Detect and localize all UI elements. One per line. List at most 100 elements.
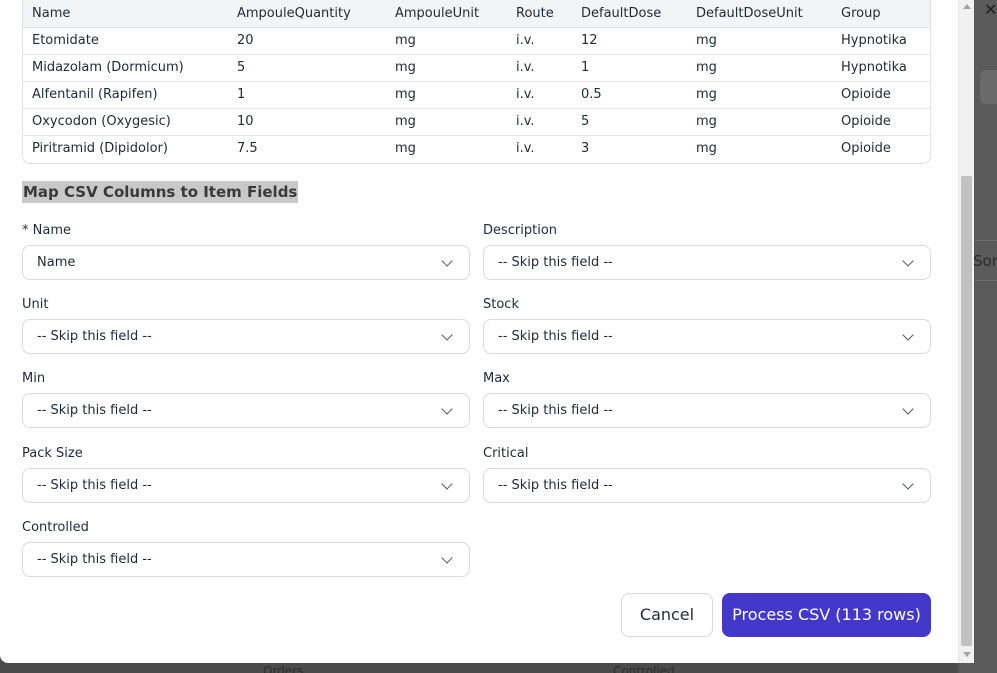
field-label: Description [483, 223, 558, 238]
table-cell: mg [386, 108, 507, 136]
table-cell: i.v. [507, 108, 572, 136]
field-name: * Name Name [22, 223, 470, 280]
column-header: Group [832, 0, 930, 28]
table-cell: 12 [572, 27, 687, 55]
field-label: Critical [483, 446, 529, 461]
table-cell: i.v. [507, 54, 572, 82]
modal-scrollbar[interactable] [958, 0, 974, 663]
select-value: -- Skip this field -- [498, 403, 613, 418]
table-row: Midazolam (Dormicum) 5 mg i.v. 1 mg Hypn… [23, 54, 930, 82]
field-label: Controlled [22, 520, 89, 535]
table-cell: mg [386, 81, 507, 109]
column-header: Name [23, 0, 228, 28]
chevron-down-icon [441, 403, 453, 415]
csv-import-modal: Name AmpouleQuantity AmpouleUnit Route D… [0, 0, 958, 663]
background-controlled-text: Controlled [613, 664, 675, 673]
table-cell: Etomidate [23, 27, 228, 55]
unit-select[interactable]: -- Skip this field -- [22, 319, 470, 354]
background-close-icon: ✕ [984, 0, 997, 19]
field-label: Unit [22, 297, 49, 312]
chevron-down-icon [902, 403, 914, 415]
table-cell: Hypnotika [832, 54, 930, 82]
table-header-row: Name AmpouleQuantity AmpouleUnit Route D… [23, 0, 930, 28]
select-value: -- Skip this field -- [37, 552, 152, 567]
pack-size-select[interactable]: -- Skip this field -- [22, 468, 470, 503]
controlled-select[interactable]: -- Skip this field -- [22, 542, 470, 577]
process-csv-button[interactable]: Process CSV (113 rows) [722, 593, 931, 637]
scroll-down-icon[interactable] [963, 652, 971, 657]
table-cell: i.v. [516, 141, 535, 157]
field-pack-size: Pack Size -- Skip this field -- [22, 446, 470, 503]
name-select[interactable]: Name [22, 245, 470, 280]
field-stock: Stock -- Skip this field -- [483, 297, 931, 354]
table-cell: mg [696, 141, 717, 157]
chevron-down-icon [902, 478, 914, 490]
field-unit: Unit -- Skip this field -- [22, 297, 470, 354]
table-cell: Oxycodon (Oxygesic) [23, 108, 228, 136]
field-label: Max [483, 371, 510, 386]
chevron-down-icon [902, 329, 914, 341]
field-controlled: Controlled -- Skip this field -- [22, 520, 470, 577]
column-header: Route [507, 0, 572, 28]
background-cut-text: Sor [973, 252, 997, 270]
critical-select[interactable]: -- Skip this field -- [483, 468, 931, 503]
column-header: DefaultDose [572, 0, 687, 28]
table-cell: 5 [572, 108, 687, 136]
select-value: -- Skip this field -- [498, 329, 613, 344]
table-cell: 5 [228, 54, 386, 82]
table-cell: Piritramid (Dipidolor) [32, 141, 168, 157]
cancel-button[interactable]: Cancel [621, 593, 713, 637]
table-cell: mg [386, 54, 507, 82]
field-critical: Critical -- Skip this field -- [483, 446, 931, 503]
table-cell: mg [386, 27, 507, 55]
field-description: Description -- Skip this field -- [483, 223, 931, 280]
column-header: DefaultDoseUnit [687, 0, 832, 28]
table-row: Etomidate 20 mg i.v. 12 mg Hypnotika [23, 27, 930, 55]
column-header: AmpouleQuantity [228, 0, 386, 28]
scroll-up-icon[interactable] [963, 4, 971, 9]
description-select[interactable]: -- Skip this field -- [483, 245, 931, 280]
field-label: Min [22, 371, 46, 386]
select-value: -- Skip this field -- [37, 478, 152, 493]
table-cell: mg [687, 108, 832, 136]
chevron-down-icon [441, 478, 453, 490]
table-cell: Opioide [832, 108, 930, 136]
table-cell: 10 [228, 108, 386, 136]
select-value: Name [37, 255, 76, 270]
table-cell: Hypnotika [832, 27, 930, 55]
stock-select[interactable]: -- Skip this field -- [483, 319, 931, 354]
table-cell: i.v. [507, 81, 572, 109]
column-header: AmpouleUnit [386, 0, 507, 28]
select-value: -- Skip this field -- [498, 255, 613, 270]
table-row: Oxycodon (Oxygesic) 10 mg i.v. 5 mg Opio… [23, 108, 930, 136]
field-label: * Name [22, 223, 71, 238]
table-cell: Midazolam (Dormicum) [23, 54, 228, 82]
table-cell: Alfentanil (Rapifen) [23, 81, 228, 109]
select-value: -- Skip this field -- [498, 478, 613, 493]
select-value: -- Skip this field -- [37, 403, 152, 418]
table-cell: 7.5 [237, 141, 258, 157]
chevron-down-icon [902, 255, 914, 267]
table-row: Piritramid (Dipidolor) 7.5 mg i.v. 3 mg … [23, 135, 930, 162]
scrollbar-thumb[interactable] [961, 176, 972, 646]
background-chip [980, 70, 997, 104]
chevron-down-icon [441, 255, 453, 267]
select-value: -- Skip this field -- [37, 329, 152, 344]
min-select[interactable]: -- Skip this field -- [22, 393, 470, 428]
field-label: Stock [483, 297, 519, 312]
table-cell: 0.5 [572, 81, 687, 109]
max-select[interactable]: -- Skip this field -- [483, 393, 931, 428]
table-cell: Opioide [832, 81, 930, 109]
table-cell: 1 [228, 81, 386, 109]
field-max: Max -- Skip this field -- [483, 371, 931, 428]
chevron-down-icon [441, 329, 453, 341]
chevron-down-icon [441, 552, 453, 564]
background-orders-text: Orders [263, 664, 304, 673]
table-cell: 1 [572, 54, 687, 82]
table-cell: 20 [228, 27, 386, 55]
field-label: Pack Size [22, 446, 83, 461]
table-cell: 3 [581, 141, 590, 157]
field-min: Min -- Skip this field -- [22, 371, 470, 428]
table-cell: mg [395, 141, 416, 157]
mapping-section-title: Map CSV Columns to Item Fields [22, 181, 299, 203]
